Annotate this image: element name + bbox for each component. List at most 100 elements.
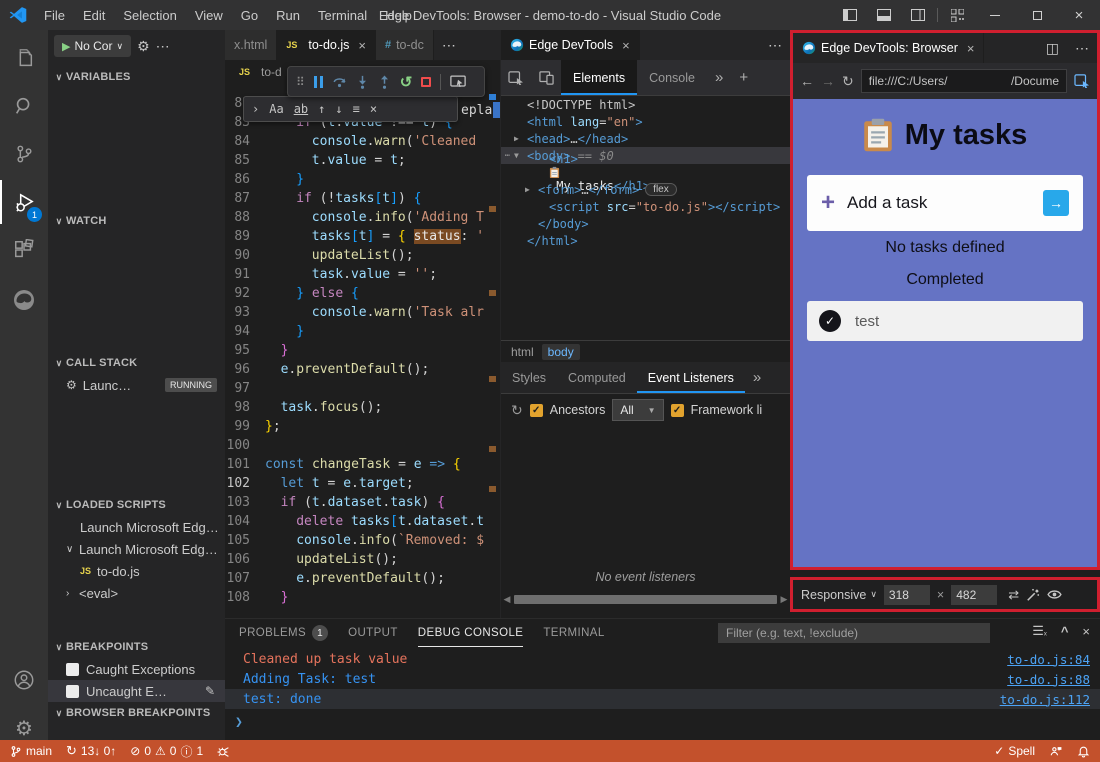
sidebar-item[interactable]: ⚙Launc…RUNNING [48,374,225,396]
more-actions-icon[interactable]: ⋯ [1067,33,1097,63]
code-line[interactable]: 94} [225,324,486,343]
code-line[interactable]: 100 [225,438,486,457]
account-icon[interactable] [0,658,48,702]
code-line[interactable]: 106updateList(); [225,552,486,571]
code-line[interactable]: 88console.info('Adding T [225,210,486,229]
console-row[interactable]: Adding Task: testto-do.js:88 [225,669,1100,689]
edit-icon[interactable]: ✎ [205,684,215,698]
tree-row[interactable]: </html> [501,232,790,249]
line-number[interactable]: 90 [225,248,265,267]
problems-item[interactable]: ⊘0 ⚠0 ⓘ1 [130,743,203,760]
section-header[interactable]: ∨VARIABLES [48,66,225,88]
vision-deficiency-icon[interactable] [1047,589,1062,600]
step-into-icon[interactable] [356,75,369,89]
code-line[interactable]: 108} [225,590,486,609]
start-debug-icon[interactable]: ▶ [62,40,70,53]
toggle-replace-icon[interactable]: › [252,102,259,116]
line-number[interactable]: 85 [225,153,265,172]
forward-icon[interactable]: → [821,73,835,89]
twisty-icon[interactable]: ▶ [514,134,527,143]
debug-status-icon[interactable] [217,745,230,758]
line-number[interactable]: 104 [225,514,265,533]
pause-icon[interactable] [314,76,323,88]
checkbox[interactable] [66,663,79,676]
tree-row[interactable]: ▶<head>…</head> [501,130,790,147]
sidebar-item[interactable]: ›<eval> [48,582,225,604]
submit-task-button[interactable]: → [1043,190,1069,216]
tab-event-listeners[interactable]: Event Listeners [637,362,745,393]
tree-row[interactable]: <script src="to-do.js"></script> [501,198,790,215]
stop-icon[interactable] [421,77,431,87]
crumb-html[interactable]: html [511,345,534,359]
line-number[interactable]: 88 [225,210,265,229]
source-link[interactable]: to-do.js:112 [1000,692,1090,707]
launch-config-dropdown[interactable]: ▶ No Cor ∨ [54,35,131,57]
code-line[interactable]: 99}; [225,419,486,438]
close-tab-icon[interactable]: × [967,41,975,56]
code-line[interactable]: 85t.value = t; [225,153,486,172]
section-header[interactable]: ∨CALL STACK [48,352,225,374]
task-done-icon[interactable]: ✓ [819,310,841,332]
debug-more-icon[interactable]: ⋯ [156,38,171,55]
twisty-icon[interactable]: ▶ [525,185,538,194]
panel-tab-problems[interactable]: PROBLEMS1 [239,619,328,647]
sidebar-item[interactable]: JSto-do.js [48,560,225,582]
code-line[interactable]: 107e.preventDefault(); [225,571,486,590]
console-row[interactable]: test: doneto-do.js:112 [225,689,1100,709]
sidebar-item[interactable]: Launch Microsoft Edg… [48,516,225,538]
chevron-icon[interactable]: › [66,588,79,599]
code-line[interactable]: 90updateList(); [225,248,486,267]
bell-icon[interactable] [1077,744,1090,758]
more-actions-icon[interactable]: ⋯ [760,30,790,60]
run-debug-icon[interactable]: 1 [0,180,48,224]
panel-tab-output[interactable]: OUTPUT [348,619,398,647]
source-link[interactable]: to-do.js:84 [1007,652,1090,667]
sync-item[interactable]: ↻13↓ 0↑ [66,743,116,759]
tab-index-html[interactable]: x.html [225,30,277,60]
back-icon[interactable]: ← [800,73,814,89]
section-header[interactable]: ∨BROWSER BREAKPOINTS [48,702,225,724]
menu-selection[interactable]: Selection [114,0,185,30]
code-line[interactable]: 91task.value = ''; [225,267,486,286]
feedback-icon[interactable] [1049,745,1063,758]
tab-computed[interactable]: Computed [557,362,637,393]
rotate-viewport-icon[interactable]: ⇄ [1008,587,1019,603]
line-number[interactable]: 91 [225,267,265,286]
line-number[interactable]: 107 [225,571,265,590]
step-out-icon[interactable] [378,75,391,89]
tree-row[interactable]: <!DOCTYPE html> [501,96,790,113]
explorer-icon[interactable] [0,36,48,80]
section-header[interactable]: ∨LOADED SCRIPTS [48,494,225,516]
url-input[interactable]: file:///C:/Users//Docume [861,69,1067,93]
code-line[interactable]: 103if (t.dataset.task) { [225,495,486,514]
search-icon[interactable] [0,84,48,128]
source-control-icon[interactable] [0,132,48,176]
line-number[interactable]: 95 [225,343,265,362]
filter-icon[interactable]: ☰ₓ [1032,623,1047,639]
chevron-icon[interactable]: ∨ [66,544,79,555]
line-number[interactable]: 89 [225,229,265,248]
line-number[interactable]: 105 [225,533,265,552]
overview-ruler[interactable] [486,84,500,618]
tab-edge-devtools[interactable]: Edge DevTools× [501,30,640,60]
code-line[interactable]: 95} [225,343,486,362]
line-number[interactable]: 96 [225,362,265,381]
line-number[interactable]: 87 [225,191,265,210]
maximize-button[interactable] [1016,0,1058,30]
code-line[interactable]: 93console.warn('Task alr [225,305,486,324]
line-number[interactable]: 93 [225,305,265,324]
device-mode-dropdown[interactable]: Responsive∨ [801,588,877,602]
line-number[interactable]: 101 [225,457,265,476]
layout-panel-icon[interactable] [867,0,901,30]
scrollbar-thumb[interactable] [514,595,777,604]
drag-grip-icon[interactable]: ⠿ [296,75,305,89]
line-number[interactable]: 103 [225,495,265,514]
code-line[interactable]: 97 [225,381,486,400]
customize-layout-icon[interactable] [940,0,974,30]
inspect-icon[interactable] [1074,74,1090,88]
panel-tab-debug-console[interactable]: DEBUG CONSOLE [418,619,524,647]
inspect-element-icon[interactable] [501,60,531,95]
code-line[interactable]: 92} else { [225,286,486,305]
section-header[interactable]: ∨BREAKPOINTS [48,636,225,658]
crumb-body[interactable]: body [542,344,580,360]
